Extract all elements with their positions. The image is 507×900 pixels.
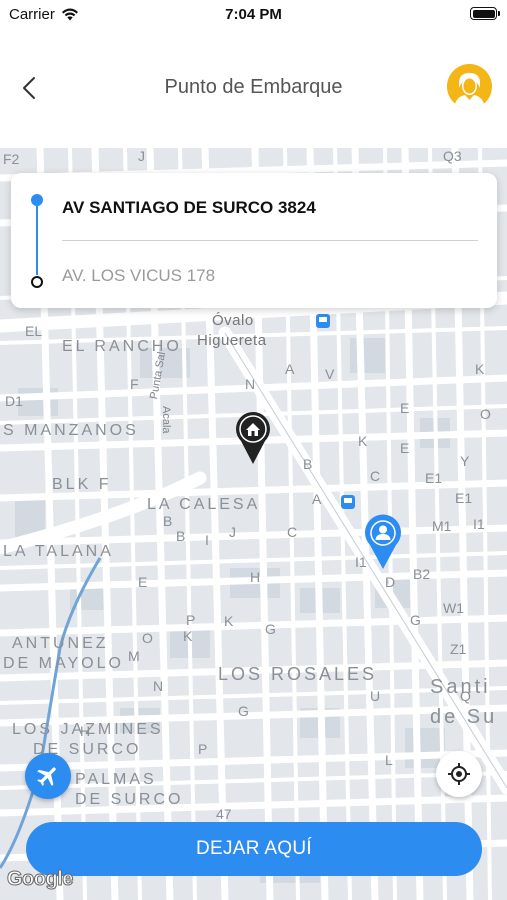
block-label: F2 <box>3 151 20 167</box>
user-pin-icon[interactable] <box>364 514 402 570</box>
user-avatar[interactable] <box>447 64 492 109</box>
block-label: B2 <box>413 566 431 582</box>
block-label: 47 <box>216 806 232 822</box>
locate-me-button[interactable] <box>436 751 482 797</box>
block-label: D1 <box>5 393 23 409</box>
home-pin-icon[interactable] <box>235 411 271 465</box>
block-label: W1 <box>443 600 464 616</box>
block-label: K <box>475 361 485 377</box>
airport-button[interactable] <box>25 753 71 799</box>
block-label: Z1 <box>450 641 467 657</box>
block-label: G <box>238 703 249 719</box>
block-label: N <box>245 376 256 392</box>
block-label: J <box>229 524 236 540</box>
block-label: N <box>153 678 164 694</box>
block-label: B <box>163 513 173 529</box>
block-label: J <box>138 148 145 164</box>
district-label: LA TALANA <box>3 543 114 560</box>
block-label: E <box>400 400 410 416</box>
block-label: E1 <box>425 470 443 486</box>
block-label: H <box>250 569 261 585</box>
battery-icon <box>470 7 500 20</box>
poi-label: Óvalo <box>212 312 254 329</box>
crosshair-icon <box>448 763 470 785</box>
block-label: C <box>287 524 298 540</box>
battery-level <box>472 9 495 18</box>
block-label: K <box>358 433 368 449</box>
confirm-pickup-button[interactable]: DEJAR AQUÍ <box>26 822 482 876</box>
route-line <box>36 203 38 275</box>
block-label: B <box>303 456 313 472</box>
district-label: PALMAS <box>75 771 157 788</box>
block-label: Y <box>460 453 470 469</box>
block-label: C <box>370 468 381 484</box>
district-label: LOS ROSALES <box>218 664 378 684</box>
district-label: BLK F <box>52 476 112 493</box>
route-card: AV SANTIAGO DE SURCO 3824 AV. LOS VICUS … <box>11 173 497 308</box>
district-label: LA CALESA <box>147 496 261 513</box>
block-label: D <box>385 574 396 590</box>
destination-dot <box>31 276 43 288</box>
district-label: ANTUNEZ <box>12 635 109 652</box>
district-label: DE SURCO <box>75 791 184 808</box>
status-time: 7:04 PM <box>225 6 282 23</box>
block-label: I <box>205 532 209 548</box>
google-attribution: Google <box>7 868 74 891</box>
district-label: DE MAYOLO <box>3 655 124 672</box>
block-label: U <box>370 688 381 704</box>
block-label: Q <box>460 688 471 704</box>
block-label: O <box>142 630 153 646</box>
block-label: H <box>80 723 91 739</box>
block-label: P <box>186 612 196 628</box>
street-label: Acala <box>160 406 172 434</box>
block-label: B <box>176 528 186 544</box>
block-label: Q3 <box>443 148 462 164</box>
block-label: E <box>138 574 148 590</box>
block-label: EL <box>25 323 43 339</box>
poi-label: Higuereta <box>197 332 267 349</box>
block-label: K <box>224 613 234 629</box>
origin-address[interactable]: AV SANTIAGO DE SURCO 3824 <box>62 198 316 218</box>
destination-address[interactable]: AV. LOS VICUS 178 <box>62 266 215 286</box>
block-label: V <box>325 366 335 382</box>
block-label: F <box>130 376 139 392</box>
user-avatar-icon <box>454 73 485 109</box>
page-title: Punto de Embarque <box>164 76 343 98</box>
block-label: I1 <box>473 516 485 532</box>
nav-bar: Punto de Embarque <box>0 30 507 148</box>
card-divider <box>62 240 478 241</box>
block-label: L <box>385 752 393 768</box>
status-bar: Carrier 7:04 PM <box>0 0 507 30</box>
block-label: E <box>400 440 410 456</box>
block-label: M <box>128 648 140 664</box>
block-label: K <box>183 628 193 644</box>
block-label: A <box>312 491 322 507</box>
block-label: M1 <box>432 518 452 534</box>
block-label: O <box>480 406 491 422</box>
block-label: A <box>285 361 295 377</box>
block-label: P <box>198 741 208 757</box>
district-label: S MANZANOS <box>3 422 139 439</box>
district-label: de Su <box>430 706 498 728</box>
airplane-icon <box>37 767 56 786</box>
block-label: E1 <box>455 490 473 506</box>
block-label: G <box>410 612 421 628</box>
block-label: G <box>265 621 276 637</box>
